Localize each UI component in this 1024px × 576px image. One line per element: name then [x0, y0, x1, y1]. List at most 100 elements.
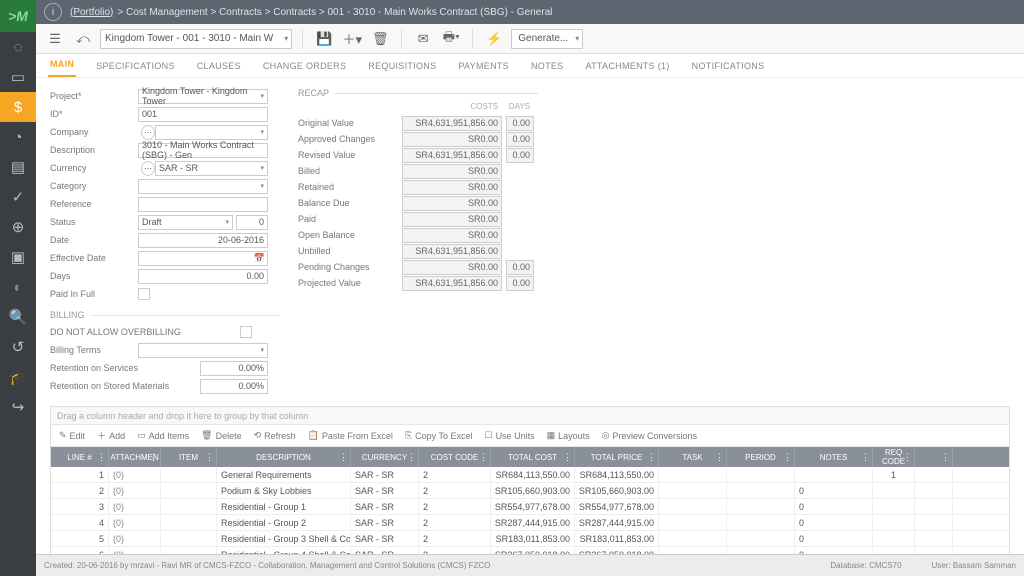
grid-refresh[interactable]: ⟲ Refresh	[254, 430, 296, 441]
recap-value: SR4,631,951,856.00	[402, 276, 502, 291]
col-3[interactable]: DESCRIPTION⋮	[217, 447, 351, 467]
date-field[interactable]: 20-06-2016	[138, 233, 268, 248]
retserv-field[interactable]: 0.00%	[200, 361, 268, 376]
rail-cost-icon[interactable]: $	[0, 92, 36, 122]
tab-main[interactable]: MAIN	[48, 53, 76, 77]
info-icon[interactable]: i	[44, 3, 62, 21]
rail-exit-icon[interactable]: ↪	[0, 392, 36, 422]
grid-edit[interactable]: ✎ Edit	[59, 430, 85, 441]
recap-value: SR0.00	[402, 212, 502, 227]
recap-label: Billed	[298, 166, 398, 176]
grid-additems[interactable]: ▭ Add Items	[137, 430, 189, 441]
id-field[interactable]: 001	[138, 107, 268, 122]
col-12[interactable]: ⋮	[915, 447, 953, 467]
rail-grad-icon[interactable]: 🎓	[0, 362, 36, 392]
table-row[interactable]: 3(0)Residential - Group 1SAR - SR2SR554,…	[51, 499, 1009, 515]
rail-briefcase-icon[interactable]: ▣	[0, 242, 36, 272]
rail-building-icon[interactable]: ▤	[0, 152, 36, 182]
app-logo[interactable]: >M	[0, 0, 36, 32]
back-icon[interactable]: ⤺	[72, 28, 94, 50]
generate-button[interactable]: Generate...	[511, 29, 583, 49]
tab-specs[interactable]: SPECIFICATIONS	[94, 55, 177, 77]
table-row[interactable]: 1(0)General RequirementsSAR - SR2SR684,1…	[51, 467, 1009, 483]
toolbar: ☰ ⤺ Kingdom Tower - 001 - 3010 - Main W …	[36, 24, 1024, 54]
currency-field[interactable]: SAR - SR	[155, 161, 268, 176]
status-field[interactable]: Draft	[138, 215, 233, 230]
company-picker-icon[interactable]: ⋯	[141, 125, 155, 140]
grid-add[interactable]: ＋ Add	[97, 429, 125, 442]
terms-field[interactable]	[138, 343, 268, 358]
eff-label: Effective Date	[50, 253, 138, 263]
col-5[interactable]: COST CODE⋮	[419, 447, 491, 467]
project-selector[interactable]: Kingdom Tower - 001 - 3010 - Main W	[100, 29, 292, 49]
recap-label: Pending Changes	[298, 262, 398, 272]
table-row[interactable]: 6(0)Residential - Group 4 Shell & CoreSA…	[51, 547, 1009, 554]
grid-layouts[interactable]: ▦ Layouts	[547, 430, 590, 441]
grid-copy[interactable]: ⎘ Copy To Excel	[405, 430, 473, 441]
status-bar: Created: 20-06-2016 by mrzavi - Ravi MR …	[36, 554, 1024, 576]
tab-payments[interactable]: PAYMENTS	[456, 55, 511, 77]
col-9[interactable]: PERIOD⋮	[727, 447, 795, 467]
rail-history-icon[interactable]: ↺	[0, 332, 36, 362]
retmat-field[interactable]: 0.00%	[200, 379, 268, 394]
company-label: Company	[50, 127, 138, 137]
footer-user: User: Bassam Samman	[932, 561, 1016, 570]
paid-checkbox[interactable]	[138, 288, 150, 300]
project-field[interactable]: Kingdom Tower - Kingdom Tower	[138, 89, 268, 104]
mail-icon[interactable]: ✉	[412, 28, 434, 50]
id-label: ID*	[50, 109, 138, 119]
days-field[interactable]: 0.00	[138, 269, 268, 284]
retserv-label: Retention on Services	[50, 363, 200, 373]
tab-notes[interactable]: NOTES	[529, 55, 566, 77]
table-row[interactable]: 2(0)Podium & Sky LobbiesSAR - SR2SR105,6…	[51, 483, 1009, 499]
tab-attachments[interactable]: ATTACHMENTS (1)	[584, 55, 672, 77]
grid-delete[interactable]: 🗑 Delete	[201, 430, 241, 441]
grid-paste[interactable]: 📋 Paste From Excel	[308, 430, 393, 441]
tab-changeorders[interactable]: CHANGE ORDERS	[261, 55, 348, 77]
tab-notifications[interactable]: NOTIFICATIONS	[690, 55, 767, 77]
recap-value: SR0.00	[402, 164, 502, 179]
save-icon[interactable]: 💾	[313, 28, 335, 50]
tab-clauses[interactable]: CLAUSES	[195, 55, 243, 77]
eff-field[interactable]: 📅	[138, 251, 268, 266]
col-1[interactable]: ATTACHMEN⋮	[109, 447, 161, 467]
group-hint[interactable]: Drag a column header and drop it here to…	[51, 407, 1009, 425]
grid-units[interactable]: ☐ Use Units	[484, 430, 534, 441]
col-4[interactable]: CURRENCY⋮	[351, 447, 419, 467]
overbill-checkbox[interactable]	[240, 326, 252, 338]
bolt-icon: ⚡	[483, 28, 505, 50]
col-8[interactable]: TASK⋮	[659, 447, 727, 467]
col-2[interactable]: ITEM⋮	[161, 447, 217, 467]
terms-label: Billing Terms	[50, 345, 138, 355]
rail-check-icon[interactable]: ✓	[0, 182, 36, 212]
col-10[interactable]: NOTES⋮	[795, 447, 873, 467]
rail-idea-icon[interactable]: ◌	[0, 32, 36, 62]
status-num[interactable]: 0	[236, 215, 268, 230]
desc-field[interactable]: 3010 - Main Works Contract (SBG) - Gen	[138, 143, 268, 158]
reference-field[interactable]	[138, 197, 268, 212]
col-11[interactable]: REQ CODE⋮	[873, 447, 915, 467]
grid-preview[interactable]: ◎ Preview Conversions	[602, 430, 697, 441]
breadcrumb: i (Portfolio) > Cost Management > Contra…	[36, 0, 1024, 24]
currency-picker-icon[interactable]: ⋯	[141, 161, 155, 176]
rail-user-icon[interactable]: ◐	[0, 272, 36, 302]
rail-search-icon[interactable]: 🔍	[0, 302, 36, 332]
list-icon[interactable]: ☰	[44, 28, 66, 50]
calendar-icon[interactable]: 📅	[254, 253, 265, 264]
footer-created: Created: 20-06-2016 by mrzavi - Ravi MR …	[44, 561, 490, 570]
rail-clipboard-icon[interactable]: ▭	[0, 62, 36, 92]
company-field[interactable]	[155, 125, 268, 140]
table-row[interactable]: 4(0)Residential - Group 2SAR - SR2SR287,…	[51, 515, 1009, 531]
rail-gauge-icon[interactable]: ◔	[0, 122, 36, 152]
print-icon[interactable]: 🖶▾	[440, 28, 462, 50]
delete-icon[interactable]: 🗑	[369, 28, 391, 50]
tab-requisitions[interactable]: REQUISITIONS	[366, 55, 438, 77]
category-field[interactable]	[138, 179, 268, 194]
col-7[interactable]: TOTAL PRICE⋮	[575, 447, 659, 467]
crumb-portfolio[interactable]: (Portfolio)	[70, 7, 113, 18]
table-row[interactable]: 5(0)Residential - Group 3 Shell & CoreSA…	[51, 531, 1009, 547]
col-0[interactable]: LINE #⋮	[51, 447, 109, 467]
add-icon[interactable]: ＋▾	[341, 28, 363, 50]
rail-globe-icon[interactable]: ⊕	[0, 212, 36, 242]
col-6[interactable]: TOTAL COST⋮	[491, 447, 575, 467]
